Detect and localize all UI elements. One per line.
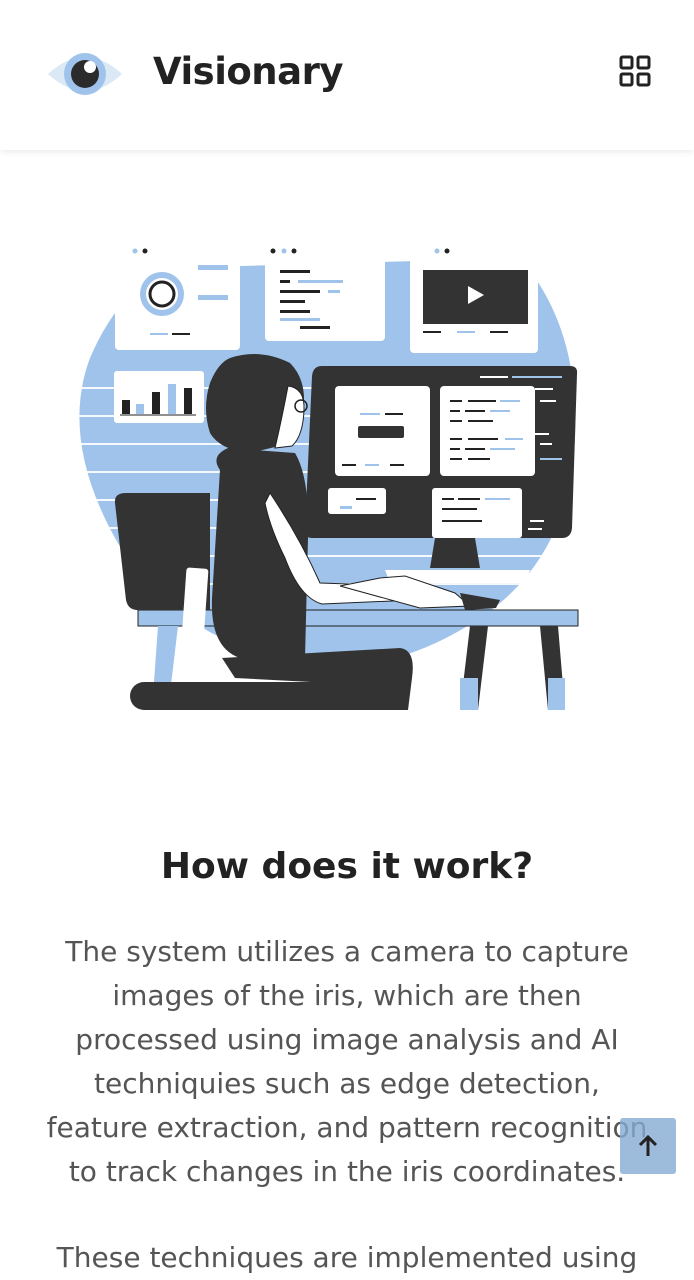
hero-illustration	[70, 248, 590, 710]
scroll-to-top-button[interactable]	[620, 1118, 676, 1174]
grid-icon[interactable]	[618, 54, 652, 88]
site-header: Visionary	[0, 0, 694, 150]
section-paragraph-2: These techniques are implemented using	[56, 1241, 638, 1274]
brand-name[interactable]: Visionary	[153, 50, 343, 93]
arrow-up-icon	[638, 1134, 658, 1156]
eye-icon[interactable]	[46, 46, 124, 102]
section-paragraph: The system utilizes a camera to capture …	[46, 935, 648, 1188]
section-heading: How does it work?	[160, 846, 534, 887]
